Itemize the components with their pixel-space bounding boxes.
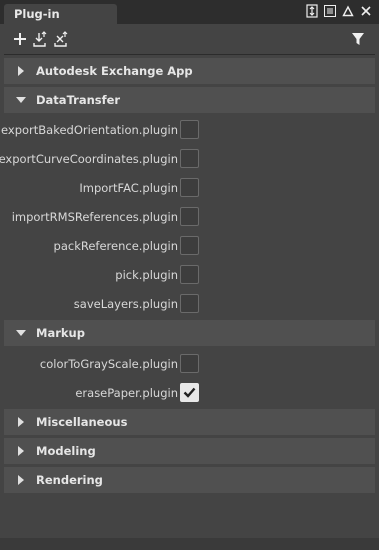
chevron-down-icon bbox=[14, 87, 28, 113]
load-checkbox[interactable] bbox=[180, 120, 199, 139]
chevron-right-icon bbox=[14, 467, 28, 493]
chevron-right-icon bbox=[14, 438, 28, 464]
plugin-name: erasePaper.plugin bbox=[75, 386, 178, 400]
plugin-name: packReference.plugin bbox=[53, 239, 178, 253]
group-label: Autodesk Exchange App bbox=[36, 64, 193, 78]
plugin-row: packReference.plugin bbox=[4, 233, 375, 259]
plugin-name: pick.plugin bbox=[115, 268, 178, 282]
chevron-right-icon bbox=[14, 409, 28, 435]
load-all-icon[interactable] bbox=[32, 30, 50, 48]
plugin-name: saveLayers.plugin bbox=[73, 297, 178, 311]
plugin-row: erasePaper.plugin bbox=[4, 380, 375, 406]
load-checkbox[interactable] bbox=[180, 236, 199, 255]
chevron-down-icon bbox=[14, 320, 28, 346]
plugin-row: pick.plugin bbox=[4, 262, 375, 288]
plugin-name: exportBakedOrientation.plugin bbox=[1, 123, 178, 137]
group-label: Miscellaneous bbox=[36, 415, 128, 429]
load-checkbox[interactable] bbox=[180, 149, 199, 168]
group-header-autodesk-exchange-app[interactable]: Autodesk Exchange App bbox=[4, 58, 375, 84]
group-header-datatransfer[interactable]: DataTransfer bbox=[4, 87, 375, 113]
plugin-row: saveLayers.plugin bbox=[4, 291, 375, 317]
load-checkbox[interactable] bbox=[180, 354, 199, 373]
filter-icon[interactable] bbox=[349, 30, 367, 48]
group-label: DataTransfer bbox=[36, 93, 121, 107]
group-header-modeling[interactable]: Modeling bbox=[4, 438, 375, 464]
add-icon[interactable] bbox=[11, 30, 29, 48]
title-bar: Plug-in Manager bbox=[0, 0, 379, 41]
plugin-row: ImportFAC.plugin bbox=[4, 175, 375, 201]
load-checkbox[interactable] bbox=[180, 294, 199, 313]
maximize-icon[interactable] bbox=[341, 3, 355, 19]
plugin-row: importRMSReferences.plugin bbox=[4, 204, 375, 230]
float-toggle-icon[interactable] bbox=[305, 3, 319, 19]
plugin-row: colorToGrayScale.plugin bbox=[4, 351, 375, 377]
plugin-manager-window: Plug-in Manager bbox=[0, 0, 379, 550]
group-label: Markup bbox=[36, 326, 85, 340]
close-icon[interactable] bbox=[359, 3, 373, 19]
plugin-row: exportBakedOrientation.plugin bbox=[1, 117, 375, 143]
group-header-markup[interactable]: Markup bbox=[4, 320, 375, 346]
plugin-row: exportCurveCoordinates.plugin bbox=[0, 146, 375, 172]
load-checkbox[interactable] bbox=[180, 265, 199, 284]
load-checkbox[interactable] bbox=[180, 207, 199, 226]
chevron-right-icon bbox=[14, 58, 28, 84]
plugin-name: ImportFAC.plugin bbox=[79, 181, 178, 195]
group-label: Modeling bbox=[36, 444, 96, 458]
window-controls bbox=[305, 3, 373, 19]
window-tab[interactable]: Plug-in Manager bbox=[4, 4, 117, 41]
plugin-name: exportCurveCoordinates.plugin bbox=[0, 152, 178, 166]
load-checkbox[interactable] bbox=[180, 178, 199, 197]
group-header-rendering[interactable]: Rendering bbox=[4, 467, 375, 493]
group-label: Rendering bbox=[36, 473, 103, 487]
checkmark-icon bbox=[183, 387, 196, 398]
plugin-name: colorToGrayScale.plugin bbox=[39, 357, 178, 371]
window-bottom-edge bbox=[0, 538, 379, 550]
toolbar bbox=[0, 24, 379, 54]
plugin-name: importRMSReferences.plugin bbox=[11, 210, 178, 224]
toolbar-divider bbox=[4, 54, 375, 55]
unload-all-icon[interactable] bbox=[53, 30, 71, 48]
load-checkbox-checked[interactable] bbox=[180, 383, 199, 402]
group-header-miscellaneous[interactable]: Miscellaneous bbox=[4, 409, 375, 435]
menu-icon[interactable] bbox=[323, 3, 337, 19]
